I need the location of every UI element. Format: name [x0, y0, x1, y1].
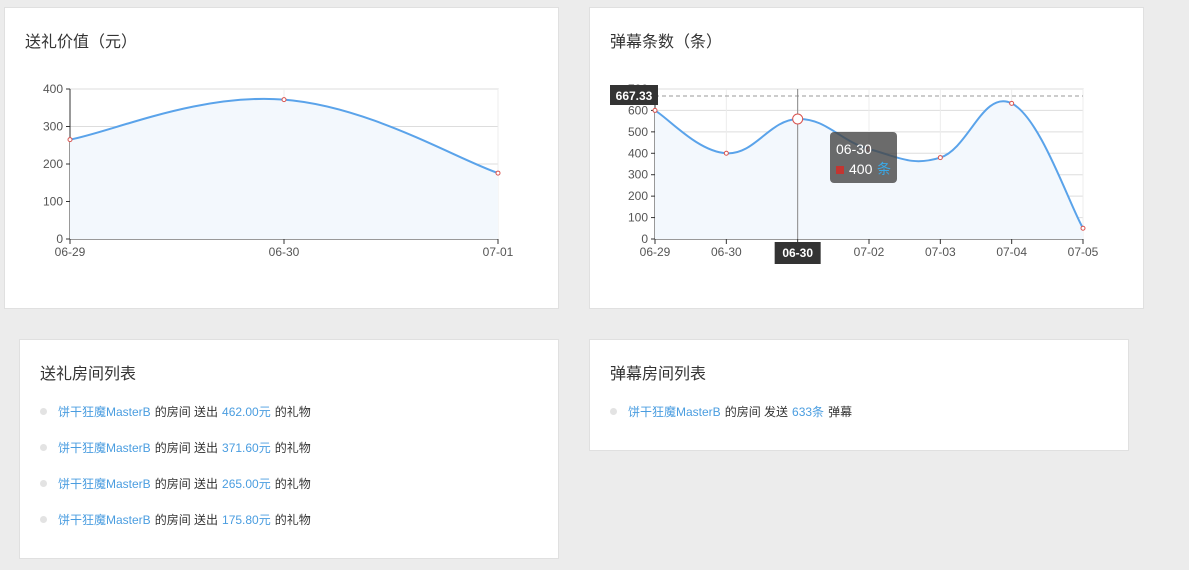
- x-tick-label: 06-29: [640, 245, 671, 259]
- y-tick-label: 200: [43, 157, 63, 171]
- item-text: 的房间 送出: [154, 441, 219, 455]
- item-suffix: 的礼物: [274, 405, 311, 419]
- y-tick-label: 300: [43, 120, 63, 134]
- data-point: [1080, 225, 1086, 231]
- danmu-count-card: 弹幕条数（条） 010020030040050060070006-2906-30…: [589, 7, 1144, 309]
- data-point: [1009, 100, 1015, 106]
- item-text: 的房间 送出: [154, 477, 219, 491]
- tooltip-value: 400: [849, 161, 873, 177]
- item-suffix: 的礼物: [274, 477, 311, 491]
- data-point: [652, 107, 658, 113]
- highlighted-point: [792, 113, 804, 125]
- item-amount: 633条: [792, 405, 825, 419]
- x-tick-label: 07-01: [483, 245, 514, 259]
- tooltip-series-marker: [836, 166, 844, 174]
- x-tick-label: 06-30: [711, 245, 742, 259]
- list-item: 饼干狂魔MasterB 的房间 发送 633条 弹幕: [610, 402, 852, 438]
- item-suffix: 的礼物: [274, 441, 311, 455]
- x-tick-label: 07-02: [854, 245, 885, 259]
- y-tick-label: 400: [43, 82, 63, 96]
- data-point: [723, 150, 729, 156]
- y-tick-label: 100: [43, 195, 63, 209]
- axis-pointer-label: 06-30: [782, 246, 813, 260]
- room-link[interactable]: 饼干狂魔MasterB: [628, 402, 721, 422]
- item-amount: 371.60元: [222, 441, 271, 455]
- chart-tooltip: 06-30 400 条: [830, 132, 897, 183]
- y-tick-label: 0: [641, 232, 648, 246]
- room-link[interactable]: 饼干狂魔MasterB: [58, 510, 151, 530]
- x-tick-label: 07-04: [996, 245, 1027, 259]
- danmu-room-list: 饼干狂魔MasterB 的房间 发送 633条 弹幕: [610, 402, 852, 438]
- gift-value-chart[interactable]: 0 100 200 300 400 06-29 06-30 07-01: [5, 8, 560, 310]
- y-tick-label: 400: [628, 146, 648, 160]
- x-tick-label: 07-05: [1068, 245, 1099, 259]
- mark-line-label: 667.33: [616, 89, 653, 103]
- danmu-room-list-card: 弹幕房间列表 饼干狂魔MasterB 的房间 发送 633条 弹幕: [589, 339, 1129, 451]
- y-tick-label: 500: [628, 125, 648, 139]
- gift-room-list-title: 送礼房间列表: [40, 366, 137, 383]
- bullet-icon: [40, 444, 47, 451]
- item-amount: 175.80元: [222, 513, 271, 527]
- item-text: 的房间 发送: [724, 405, 789, 419]
- gift-room-list-card: 送礼房间列表 饼干狂魔MasterB 的房间 送出 462.00元 的礼物 饼干狂魔Ma…: [19, 339, 559, 559]
- bullet-icon: [40, 480, 47, 487]
- x-tick-label: 06-29: [55, 245, 86, 259]
- item-suffix: 弹幕: [828, 405, 853, 419]
- item-text: 的房间 送出: [154, 513, 219, 527]
- danmu-room-list-title: 弹幕房间列表: [610, 366, 707, 383]
- gift-value-card: 送礼价值（元） 0 100 200 300 400 06-29 06-30 07-01: [4, 7, 559, 309]
- list-item: 饼干狂魔MasterB 的房间 送出 265.00元 的礼物: [40, 474, 311, 510]
- item-amount: 462.00元: [222, 405, 271, 419]
- room-link[interactable]: 饼干狂魔MasterB: [58, 402, 151, 422]
- tooltip-unit: 条: [877, 161, 891, 177]
- item-amount: 265.00元: [222, 477, 271, 491]
- bullet-icon: [40, 516, 47, 523]
- y-tick-label: 0: [56, 232, 63, 246]
- series-area: [70, 98, 498, 239]
- data-point: [495, 170, 501, 176]
- list-item: 饼干狂魔MasterB 的房间 送出 462.00元 的礼物: [40, 402, 311, 438]
- y-tick-label: 100: [628, 211, 648, 225]
- y-tick-label: 600: [628, 103, 648, 117]
- list-item: 饼干狂魔MasterB 的房间 送出 175.80元 的礼物: [40, 510, 311, 546]
- room-link[interactable]: 饼干狂魔MasterB: [58, 438, 151, 458]
- item-suffix: 的礼物: [274, 513, 311, 527]
- data-point: [67, 137, 73, 143]
- item-text: 的房间 送出: [154, 405, 219, 419]
- x-tick-label: 07-03: [925, 245, 956, 259]
- y-tick-label: 200: [628, 189, 648, 203]
- bullet-icon: [40, 408, 47, 415]
- gift-room-list: 饼干狂魔MasterB 的房间 送出 462.00元 的礼物 饼干狂魔MasterB 的房…: [40, 402, 311, 546]
- room-link[interactable]: 饼干狂魔MasterB: [58, 474, 151, 494]
- tooltip-title: 06-30: [836, 141, 872, 157]
- data-point: [281, 97, 287, 103]
- data-point: [937, 155, 943, 161]
- x-tick-label: 06-30: [269, 245, 300, 259]
- y-tick-label: 300: [628, 168, 648, 182]
- list-item: 饼干狂魔MasterB 的房间 送出 371.60元 的礼物: [40, 438, 311, 474]
- danmu-count-chart[interactable]: 010020030040050060070006-2906-3006-3007-…: [590, 8, 1145, 310]
- bullet-icon: [610, 408, 617, 415]
